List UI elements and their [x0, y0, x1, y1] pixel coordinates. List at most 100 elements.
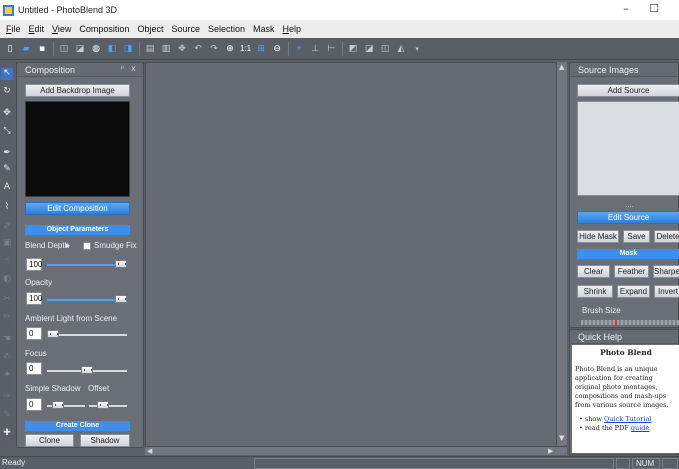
- render-icon[interactable]: ◍: [90, 43, 102, 55]
- text-tool-icon[interactable]: A: [1, 182, 13, 194]
- close-icon[interactable]: x: [131, 64, 136, 73]
- hide-mask-button[interactable]: Hide Mask: [577, 230, 619, 243]
- scroll-left-icon[interactable]: ◀: [147, 447, 152, 455]
- blend-depth-slider-thumb[interactable]: [115, 260, 127, 268]
- clear-mask-button[interactable]: Clear: [577, 265, 610, 278]
- eyedropper-tool-icon[interactable]: ⌇: [1, 202, 13, 214]
- ambient-light-slider-track[interactable]: [47, 334, 127, 336]
- opacity-input[interactable]: 100: [26, 292, 42, 305]
- menu-edit[interactable]: Edit: [29, 24, 45, 34]
- help-item-text: show: [584, 415, 604, 423]
- menu-object[interactable]: Object: [137, 24, 163, 34]
- quick-tutorial-link[interactable]: Quick Tutorial: [604, 415, 651, 423]
- toolbar-overflow-icon[interactable]: ▾: [411, 43, 423, 55]
- move-tool-icon[interactable]: ✥: [1, 108, 13, 120]
- pin-icon[interactable]: ᵖ: [121, 64, 124, 73]
- edit-composition-button[interactable]: Edit Composition: [25, 202, 130, 215]
- export-icon[interactable]: ◪: [74, 43, 86, 55]
- add-backdrop-button[interactable]: Add Backdrop Image: [25, 84, 130, 97]
- mask-add-icon[interactable]: ◪: [363, 43, 375, 55]
- focus-input[interactable]: 0: [26, 362, 42, 375]
- menu-selection[interactable]: Selection: [208, 24, 245, 34]
- feather-mask-button[interactable]: Feather: [614, 265, 649, 278]
- open-folder-icon[interactable]: ▰: [20, 43, 32, 55]
- zoom-fit-icon[interactable]: ⊞: [255, 43, 267, 55]
- feather-tool-icon[interactable]: ✑: [1, 392, 13, 404]
- add-source-button[interactable]: Add Source: [577, 84, 679, 97]
- zoom-in-icon[interactable]: ⊕: [224, 43, 236, 55]
- smudge-tool-icon[interactable]: ☝: [1, 256, 13, 268]
- dodge-tool-icon[interactable]: ✂: [1, 294, 13, 306]
- focus-slider-thumb[interactable]: [81, 366, 93, 374]
- offset-slider-thumb[interactable]: [96, 401, 109, 409]
- delete-source-button[interactable]: Delete: [654, 230, 679, 243]
- help-item-text: read the PDF: [584, 424, 631, 432]
- eraser-tool-icon[interactable]: ✐: [1, 222, 13, 234]
- invert-mask-button[interactable]: Invert: [654, 285, 679, 298]
- blend-depth-arrow-icon[interactable]: ▸: [66, 241, 70, 250]
- ambient-light-slider-thumb[interactable]: [47, 330, 59, 338]
- zoom-out-icon[interactable]: ⊖: [271, 43, 283, 55]
- stamp-tool-icon[interactable]: ▣: [1, 238, 13, 250]
- brush-size-marker[interactable]: [614, 320, 617, 325]
- smudge-fix-checkbox[interactable]: [83, 242, 91, 250]
- sponge-tool-icon[interactable]: ✚: [1, 428, 13, 440]
- edit-source-button[interactable]: Edit Source: [577, 211, 679, 224]
- hand-tool-icon[interactable]: ☚: [1, 334, 13, 346]
- shadow-input[interactable]: 0: [26, 398, 42, 411]
- layer-front-icon[interactable]: ◧: [106, 43, 118, 55]
- composition-canvas[interactable]: [145, 62, 567, 447]
- mask-intersect-icon[interactable]: ◭: [395, 43, 407, 55]
- brush-tool-icon[interactable]: ✎: [1, 164, 13, 176]
- lasso-tool-icon[interactable]: ✍: [1, 352, 13, 364]
- paint-tool-icon[interactable]: ✎: [1, 410, 13, 422]
- group-icon[interactable]: ▥: [160, 43, 172, 55]
- menu-help[interactable]: Help: [283, 24, 302, 34]
- sharpen-mask-button[interactable]: Sharpen: [653, 265, 679, 278]
- shrink-mask-button[interactable]: Shrink: [577, 285, 613, 298]
- center-icon[interactable]: ⌖: [293, 43, 305, 55]
- brush-size-slider[interactable]: [581, 320, 679, 325]
- align-icon[interactable]: ⊥: [309, 43, 321, 55]
- maximize-button[interactable]: ☐: [640, 2, 668, 18]
- pen-tool-icon[interactable]: ✒: [1, 148, 13, 160]
- shadow-button[interactable]: Shadow: [80, 434, 130, 447]
- distribute-icon[interactable]: ⊢: [325, 43, 337, 55]
- scroll-up-icon[interactable]: ▲: [559, 63, 564, 71]
- save-icon[interactable]: ▪: [36, 43, 48, 55]
- mask-tool-icon[interactable]: ◩: [347, 43, 359, 55]
- horizontal-scrollbar[interactable]: ◀ ▶: [145, 446, 567, 455]
- duplicate-icon[interactable]: ▤: [144, 43, 156, 55]
- zoom-actual-button[interactable]: 1:1: [240, 44, 251, 53]
- new-file-icon[interactable]: ▯: [4, 43, 16, 55]
- select-tool-icon[interactable]: ↖: [1, 68, 13, 80]
- burn-tool-icon[interactable]: ✏: [1, 312, 13, 324]
- ambient-light-input[interactable]: 0: [26, 327, 42, 340]
- blend-depth-input[interactable]: 100: [26, 258, 42, 271]
- scale-tool-icon[interactable]: ⤡: [1, 126, 13, 138]
- clone-button[interactable]: Clone: [25, 434, 74, 447]
- move-icon[interactable]: ✥: [176, 43, 188, 55]
- menu-view[interactable]: View: [52, 24, 71, 34]
- blur-tool-icon[interactable]: ◐: [1, 274, 13, 286]
- import-icon[interactable]: ◫: [58, 43, 70, 55]
- menu-composition[interactable]: Composition: [79, 24, 129, 34]
- scroll-down-icon[interactable]: ▼: [559, 434, 564, 442]
- layer-back-icon[interactable]: ◨: [122, 43, 134, 55]
- scroll-right-icon[interactable]: ▶: [548, 447, 553, 455]
- rotate-tool-icon[interactable]: ↻: [1, 86, 13, 98]
- minimize-button[interactable]: –: [612, 2, 640, 18]
- wand-tool-icon[interactable]: ✦: [1, 370, 13, 382]
- save-mask-button[interactable]: Save: [623, 230, 650, 243]
- undo-icon[interactable]: ↶: [192, 43, 204, 55]
- menu-file[interactable]: File: [6, 24, 21, 34]
- menu-mask[interactable]: Mask: [253, 24, 275, 34]
- menu-source[interactable]: Source: [171, 24, 200, 34]
- vertical-scrollbar[interactable]: ▲ ▼: [556, 62, 567, 445]
- mask-subtract-icon[interactable]: ◫: [379, 43, 391, 55]
- expand-mask-button[interactable]: Expand: [617, 285, 650, 298]
- pdf-guide-link[interactable]: guide: [631, 424, 649, 432]
- redo-icon[interactable]: ↷: [208, 43, 220, 55]
- shadow-slider-thumb[interactable]: [52, 401, 65, 409]
- opacity-slider-thumb[interactable]: [115, 295, 127, 303]
